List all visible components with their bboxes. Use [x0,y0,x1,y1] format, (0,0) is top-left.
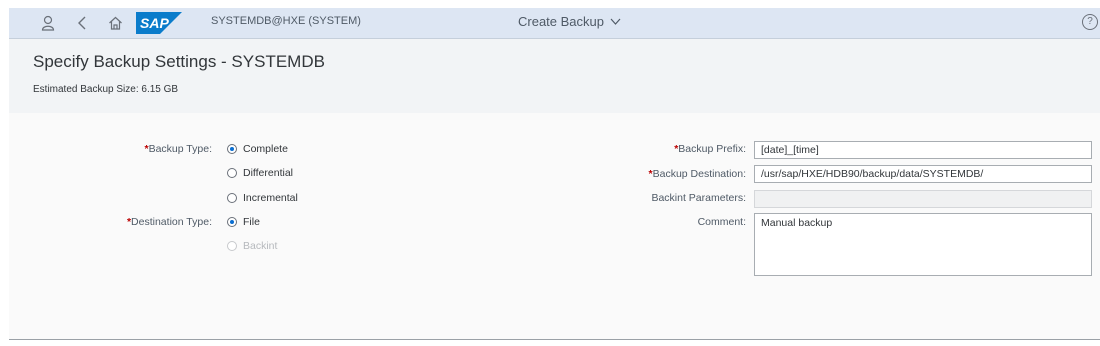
backup-type-label-text: Backup Type: [148,143,212,155]
radio-file-label: File [243,216,260,228]
radio-file[interactable]: File [227,216,260,228]
backup-destination-label-text: Backup Destination: [652,168,746,180]
app-title: Create Backup [518,14,604,29]
app-title-menu[interactable]: Create Backup [518,14,621,29]
form-panel: *Backup Type: Complete Differential Incr… [9,113,1100,340]
radio-backint-label: Backint [243,240,278,252]
page-title: Specify Backup Settings - SYSTEMDB [33,52,325,71]
help-icon[interactable]: ? [1082,14,1098,30]
backint-parameters-input [754,190,1092,208]
backup-prefix-label-text: Backup Prefix: [678,143,746,155]
radio-complete-label: Complete [243,143,288,155]
radio-unselected-icon [227,168,237,178]
sap-logo[interactable]: SAP [136,12,182,34]
chevron-down-icon [610,18,621,25]
radio-selected-icon [227,144,237,154]
radio-complete[interactable]: Complete [227,143,288,155]
backup-type-label: *Backup Type: [109,143,212,155]
backup-prefix-label: *Backup Prefix: [609,143,746,155]
radio-unselected-icon [227,193,237,203]
shell-bar: SAP SYSTEMDB@HXE (SYSTEM) Create Backup … [9,8,1100,39]
radio-selected-icon [227,217,237,227]
destination-type-label-text: Destination Type: [131,216,212,228]
backup-prefix-input[interactable] [754,141,1092,159]
destination-type-label: *Destination Type: [109,216,212,228]
backup-destination-input[interactable] [754,165,1092,183]
svg-text:SAP: SAP [140,15,169,31]
home-icon[interactable] [104,12,126,34]
system-label: SYSTEMDB@HXE (SYSTEM) [211,15,361,27]
page-header: Specify Backup Settings - SYSTEMDB Estim… [9,39,1100,113]
radio-incremental-label: Incremental [243,192,298,204]
radio-differential[interactable]: Differential [227,167,293,179]
radio-backint: Backint [227,240,277,252]
app-frame: SAP SYSTEMDB@HXE (SYSTEM) Create Backup … [9,8,1100,340]
comment-label: Comment: [697,216,746,228]
radio-differential-label: Differential [243,167,293,179]
back-icon[interactable] [71,12,93,34]
radio-incremental[interactable]: Incremental [227,192,298,204]
backup-destination-label: *Backup Destination: [609,168,746,180]
radio-disabled-icon [227,241,237,251]
estimated-backup-size: Estimated Backup Size: 6.15 GB [33,84,179,95]
comment-field[interactable]: Manual backup [754,213,1092,276]
user-icon[interactable] [37,12,59,34]
backint-parameters-label: Backint Parameters: [651,192,746,204]
